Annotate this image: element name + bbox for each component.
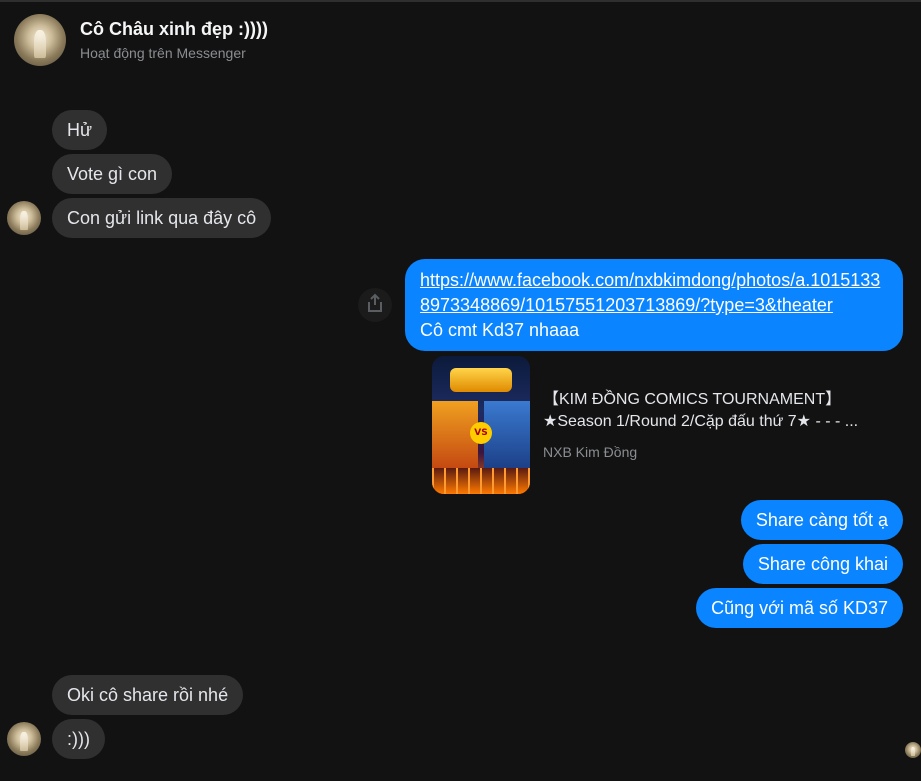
preview-title: 【KIM ĐỒNG COMICS TOURNAMENT】 ★Season 1/R… — [543, 389, 893, 433]
incoming-message[interactable]: Hử — [52, 110, 108, 150]
share-icon — [366, 293, 384, 318]
contact-avatar[interactable] — [14, 14, 66, 66]
preview-source: NXB Kim Đồng — [543, 444, 638, 460]
thumbnail-right-panel — [484, 401, 530, 475]
outgoing-message[interactable]: Share càng tốt ạ — [740, 500, 903, 540]
link-message-text: Cô cmt Kd37 nhaaa — [420, 320, 580, 340]
thumbnail-grid — [432, 468, 530, 494]
share-button[interactable] — [358, 288, 392, 322]
thumbnail-banner — [450, 368, 512, 392]
incoming-message[interactable]: Con gửi link qua đây cô — [52, 198, 272, 238]
link-preview-card[interactable]: VS 【KIM ĐỒNG COMICS TOURNAMENT】 ★Season … — [432, 356, 892, 496]
incoming-message[interactable]: :))) — [52, 719, 105, 759]
thumbnail-vs-badge: VS — [470, 422, 492, 444]
preview-title-line1: 【KIM ĐỒNG COMICS TOURNAMENT】 — [543, 391, 842, 408]
conversation-header: Cô Châu xinh đẹp :)))) Hoạt động trên Me… — [0, 2, 921, 72]
outgoing-message[interactable]: Share công khai — [742, 544, 903, 584]
preview-thumbnail: VS — [432, 356, 530, 494]
sender-avatar — [7, 722, 41, 756]
outgoing-message[interactable]: Cũng với mã số KD37 — [696, 588, 903, 628]
contact-status: Hoạt động trên Messenger — [80, 45, 246, 61]
sender-avatar — [7, 201, 41, 235]
incoming-message[interactable]: Vote gì con — [52, 154, 173, 194]
preview-title-line2: ★Season 1/Round 2/Cặp đấu thứ 7★ - - - .… — [543, 413, 859, 430]
shared-link[interactable]: https://www.facebook.com/nxbkimdong/phot… — [420, 268, 888, 318]
seen-receipt-avatar — [905, 742, 921, 758]
outgoing-link-message[interactable]: https://www.facebook.com/nxbkimdong/phot… — [405, 259, 903, 351]
incoming-message[interactable]: Oki cô share rồi nhé — [52, 675, 244, 715]
contact-name[interactable]: Cô Châu xinh đẹp :)))) — [80, 19, 268, 40]
